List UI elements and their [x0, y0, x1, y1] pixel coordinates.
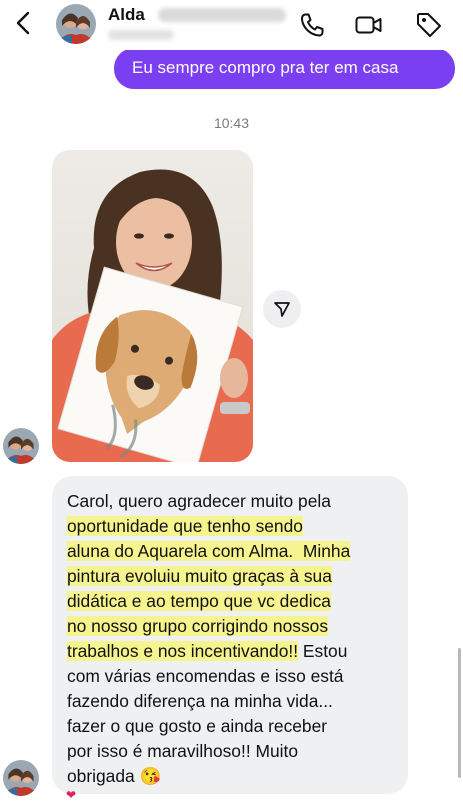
message-line: obrigada 😘 [67, 766, 162, 786]
share-photo-button[interactable] [263, 290, 301, 328]
message-line: no nosso grupo corrigindo nossos [67, 616, 329, 636]
blurred-surname [158, 8, 286, 22]
video-camera-icon[interactable] [354, 10, 384, 40]
blurred-username [108, 30, 174, 40]
sender-avatar[interactable] [3, 428, 39, 464]
message-line: Carol, quero agradecer muito pela [67, 491, 331, 511]
back-chevron-icon[interactable] [12, 8, 36, 38]
outgoing-message-bubble[interactable]: Eu sempre compro pra ter em casa [114, 48, 455, 89]
message-line: fazer o que gosto e ainda receber [67, 716, 328, 736]
message-line: com várias encomendas e isso está [67, 666, 344, 686]
message-line: didática e ao tempo que vc dedica [67, 591, 331, 611]
scrollbar-thumb[interactable] [458, 648, 461, 778]
message-line: fazendo diferença na minha vida... [67, 691, 333, 711]
message-line: aluna do Aquarela com Alma. Minha [67, 541, 351, 561]
send-arrow-icon [274, 302, 290, 317]
outgoing-message-text: Eu sempre compro pra ter em casa [132, 58, 399, 77]
message-line: por isso é maravilhoso!! Muito [67, 741, 299, 761]
sender-avatar[interactable] [3, 760, 39, 796]
incoming-message-bubble[interactable]: Carol, quero agradecer muito pela oportu… [52, 476, 408, 794]
chat-header: Alda [0, 0, 463, 50]
tag-icon[interactable] [414, 10, 444, 40]
message-line: pintura evoluiu muito graças à sua [67, 566, 332, 586]
contact-name[interactable]: Alda [108, 5, 145, 25]
message-line: trabalhos e nos incentivando!! Estou [67, 641, 348, 661]
message-timestamp: 10:43 [213, 115, 250, 131]
contact-avatar[interactable] [56, 4, 96, 44]
phone-icon[interactable] [297, 10, 327, 40]
photo-message[interactable] [52, 150, 253, 462]
message-line: oportunidade que tenho sendo [67, 516, 303, 536]
